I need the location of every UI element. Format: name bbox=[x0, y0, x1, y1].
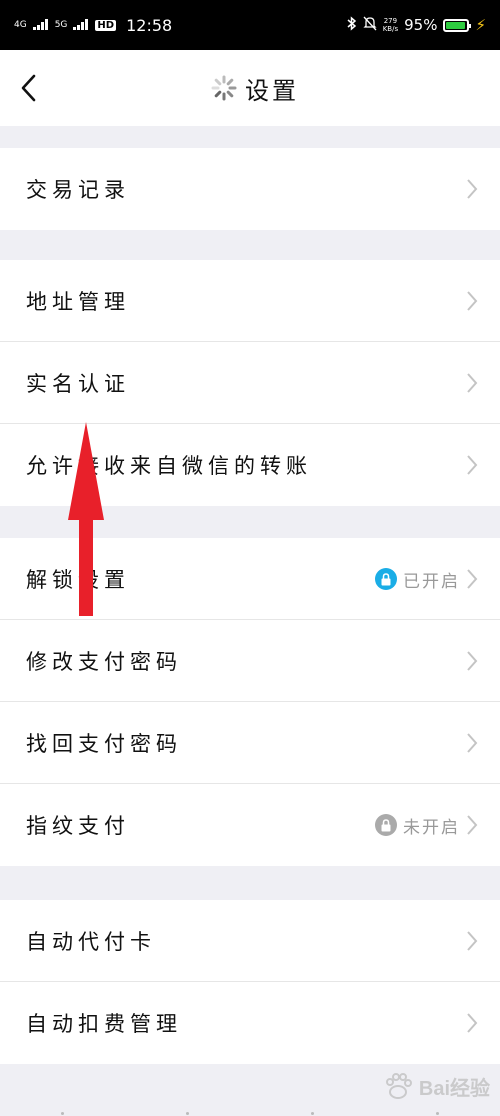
signal-icon bbox=[32, 16, 49, 34]
chevron-right-icon bbox=[467, 931, 478, 951]
back-button[interactable] bbox=[8, 68, 48, 108]
clock: 12:58 bbox=[126, 15, 173, 35]
row-label: 自动扣费管理 bbox=[26, 1012, 182, 1036]
baidu-watermark: Bai经验 bbox=[360, 1064, 490, 1108]
chevron-right-icon bbox=[467, 815, 478, 835]
charging-icon: ⚡ bbox=[475, 16, 486, 34]
row-label: 交易记录 bbox=[26, 178, 130, 202]
chevron-right-icon bbox=[467, 569, 478, 589]
chevron-right-icon bbox=[467, 373, 478, 393]
nav-bar: 设置 bbox=[0, 50, 500, 126]
row-address-management[interactable]: 地址管理 bbox=[0, 260, 500, 342]
settings-group-records: 交易记录 bbox=[0, 148, 500, 230]
lock-icon-enabled bbox=[375, 568, 397, 590]
chevron-right-icon bbox=[467, 291, 478, 311]
row-change-payment-password[interactable]: 修改支付密码 bbox=[0, 620, 500, 702]
network-5g-label: 5G bbox=[54, 19, 68, 30]
row-label: 实名认证 bbox=[26, 371, 130, 396]
row-fingerprint-payment[interactable]: 指纹支付 未开启 bbox=[0, 784, 500, 866]
page-title: 设置 bbox=[245, 76, 299, 105]
row-label: 指纹支付 bbox=[26, 814, 130, 838]
watermark-text: Bai经验 bbox=[418, 1077, 490, 1100]
hd-badge: HD bbox=[95, 19, 117, 31]
row-recover-payment-password[interactable]: 找回支付密码 bbox=[0, 702, 500, 784]
battery-percent: 95% bbox=[404, 16, 438, 34]
network-4g-label: 4G bbox=[14, 19, 27, 30]
row-label: 自动代付卡 bbox=[26, 929, 156, 954]
row-label: 找回支付密码 bbox=[26, 731, 182, 756]
mute-icon bbox=[363, 16, 377, 35]
chevron-right-icon bbox=[467, 1013, 478, 1033]
dot bbox=[61, 1111, 64, 1115]
red-arrow-annotation bbox=[68, 422, 104, 616]
row-auto-deduction-management[interactable]: 自动扣费管理 bbox=[0, 982, 500, 1064]
chevron-right-icon bbox=[467, 651, 478, 671]
settings-group-auto-pay: 自动代付卡 自动扣费管理 bbox=[0, 900, 500, 1064]
paw-icon bbox=[385, 1073, 412, 1099]
net-speed: 279 KB/s bbox=[382, 17, 399, 33]
chevron-right-icon bbox=[467, 455, 478, 475]
dot bbox=[436, 1111, 439, 1115]
status-bar: 4G 5G HD 12:58 279 KB/s 95% ⚡ bbox=[0, 0, 500, 50]
bluetooth-icon bbox=[347, 15, 357, 35]
lock-icon-disabled bbox=[375, 814, 397, 836]
row-real-name-verification[interactable]: 实名认证 bbox=[0, 342, 500, 424]
chevron-left-icon bbox=[21, 74, 36, 102]
dot bbox=[186, 1111, 189, 1115]
status-badge: 已开启 bbox=[403, 571, 460, 592]
battery-icon bbox=[443, 18, 472, 32]
loading-spinner-icon bbox=[211, 75, 237, 101]
row-auto-pay-card[interactable]: 自动代付卡 bbox=[0, 900, 500, 982]
signal-icon-2 bbox=[73, 16, 89, 34]
chevron-right-icon bbox=[467, 179, 478, 199]
chevron-right-icon bbox=[467, 733, 478, 753]
row-label: 地址管理 bbox=[26, 289, 130, 314]
status-badge: 未开启 bbox=[403, 817, 460, 838]
dot bbox=[311, 1111, 314, 1115]
row-label: 修改支付密码 bbox=[26, 649, 182, 674]
row-transaction-records[interactable]: 交易记录 bbox=[0, 148, 500, 230]
bottom-edge bbox=[0, 1110, 500, 1116]
